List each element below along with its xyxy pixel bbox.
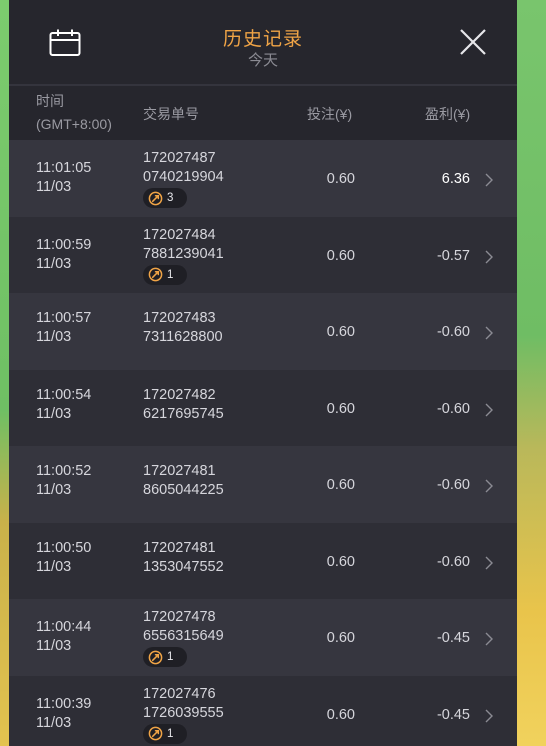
row-profit: -0.60 — [436, 477, 470, 493]
close-icon[interactable] — [459, 28, 487, 56]
row-order-id-part1: 172027482 — [143, 386, 216, 403]
chevron-right-icon[interactable] — [484, 172, 494, 188]
row-bet: 0.60 — [326, 477, 355, 493]
history-list: 11:01:05 11/03 172027487 0740219904 3 0.60 6.3… — [9, 140, 517, 746]
chevron-right-icon[interactable] — [484, 325, 494, 341]
row-bet: 0.60 — [326, 324, 355, 340]
column-bet: 投注(¥) — [307, 106, 353, 122]
chevron-right-icon[interactable] — [484, 402, 494, 418]
row-profit: -0.45 — [436, 630, 470, 646]
table-row[interactable]: 11:00:39 11/03 172027476 1726039555 1 0.60 -0.… — [9, 675, 517, 746]
badge-count: 1 — [167, 727, 174, 740]
column-timezone: (GMT+8:00) — [36, 116, 112, 132]
table-row[interactable]: 11:01:05 11/03 172027487 0740219904 3 0.60 6.3… — [9, 140, 517, 217]
free-spin-badge: 1 — [143, 647, 187, 667]
chevron-right-icon[interactable] — [484, 249, 494, 265]
table-row[interactable]: 11:00:54 11/03 172027482 6217695745 0.60 -0.6… — [9, 369, 517, 446]
row-order-id-part1: 172027478 — [143, 609, 216, 625]
row-bet: 0.60 — [326, 400, 355, 417]
column-profit: 盈利(¥) — [425, 106, 471, 122]
row-order-id-part2: 1726039555 — [143, 704, 224, 721]
chevron-right-icon[interactable] — [484, 631, 494, 647]
free-spin-badge: 1 — [143, 723, 187, 744]
row-profit: -0.57 — [436, 247, 470, 264]
row-time: 11:00:39 — [36, 695, 92, 712]
free-spin-badge: 1 — [143, 264, 187, 285]
page-title: 历史记录 — [222, 29, 303, 50]
row-time: 11:01:05 — [36, 160, 92, 176]
chevron-right-icon[interactable] — [484, 708, 494, 724]
row-order-id-part2: 6556315649 — [143, 628, 224, 644]
row-profit: -0.60 — [436, 553, 470, 570]
column-order-id: 交易单号 — [143, 106, 199, 122]
row-date: 11/03 — [36, 714, 72, 731]
background-left — [0, 0, 9, 746]
spin-icon — [148, 650, 163, 664]
table-row[interactable]: 11:00:44 11/03 172027478 6556315649 1 0.60 -0.… — [9, 599, 517, 676]
row-order-id-part1: 172027484 — [143, 226, 216, 243]
row-date: 11/03 — [36, 558, 72, 575]
history-panel: 历史记录 今天 时间 (GMT+8:00) 交易单号 投注(¥) 盈利(¥) 1… — [9, 0, 517, 746]
table-row[interactable]: 11:00:57 11/03 172027483 7311628800 0.60 -0.6… — [9, 293, 517, 370]
row-date: 11/03 — [36, 179, 72, 195]
row-time: 11:00:50 — [36, 539, 92, 556]
row-date: 11/03 — [36, 482, 72, 498]
table-row[interactable]: 11:00:52 11/03 172027481 8605044225 0.60 -0.6… — [9, 446, 517, 523]
badge-count: 1 — [167, 268, 174, 281]
row-bet: 0.60 — [326, 247, 355, 264]
row-time: 11:00:52 — [36, 463, 92, 479]
row-bet: 0.60 — [326, 553, 355, 570]
row-date: 11/03 — [36, 329, 72, 345]
row-bet: 0.60 — [326, 171, 355, 187]
table-header: 时间 (GMT+8:00) 交易单号 投注(¥) 盈利(¥) — [9, 86, 517, 140]
date-filter-label: 今天 — [247, 52, 278, 69]
row-order-id-part1: 172027481 — [143, 463, 216, 479]
spin-icon — [148, 267, 163, 282]
background-right — [517, 0, 546, 746]
row-bet: 0.60 — [326, 630, 355, 646]
row-time: 11:00:44 — [36, 619, 92, 635]
row-profit: 6.36 — [441, 171, 470, 187]
row-profit: -0.60 — [436, 400, 470, 417]
row-order-id-part1: 172027481 — [143, 539, 216, 556]
row-order-id-part1: 172027487 — [143, 150, 216, 166]
row-order-id-part2: 1353047552 — [143, 558, 224, 575]
row-order-id-part2: 7311628800 — [143, 329, 223, 345]
chevron-right-icon[interactable] — [484, 555, 494, 571]
row-time: 11:00:54 — [36, 386, 92, 403]
panel-header: 历史记录 今天 — [9, 0, 517, 86]
spin-icon — [148, 191, 163, 205]
row-bet: 0.60 — [326, 706, 355, 723]
free-spin-badge: 3 — [143, 188, 187, 208]
row-date: 11/03 — [36, 638, 72, 654]
table-row[interactable]: 11:00:50 11/03 172027481 1353047552 0.60 -0.6… — [9, 522, 517, 599]
row-order-id-part2: 8605044225 — [143, 482, 224, 498]
row-date: 11/03 — [36, 405, 72, 422]
row-order-id-part2: 6217695745 — [143, 405, 224, 422]
column-time: 时间 — [36, 93, 64, 109]
table-row[interactable]: 11:00:59 11/03 172027484 7881239041 1 0.60 -0.… — [9, 216, 517, 293]
row-order-id-part2: 0740219904 — [143, 169, 224, 185]
row-time: 11:00:57 — [36, 310, 92, 326]
row-order-id-part1: 172027483 — [143, 310, 216, 326]
row-order-id-part2: 7881239041 — [143, 245, 224, 262]
row-time: 11:00:59 — [36, 236, 92, 253]
row-profit: -0.60 — [436, 324, 470, 340]
badge-count: 1 — [167, 651, 174, 663]
spin-icon — [148, 726, 163, 741]
row-date: 11/03 — [36, 255, 72, 272]
row-profit: -0.45 — [436, 706, 470, 723]
row-order-id-part1: 172027476 — [143, 685, 216, 702]
badge-count: 3 — [167, 192, 174, 204]
chevron-right-icon[interactable] — [484, 478, 494, 494]
